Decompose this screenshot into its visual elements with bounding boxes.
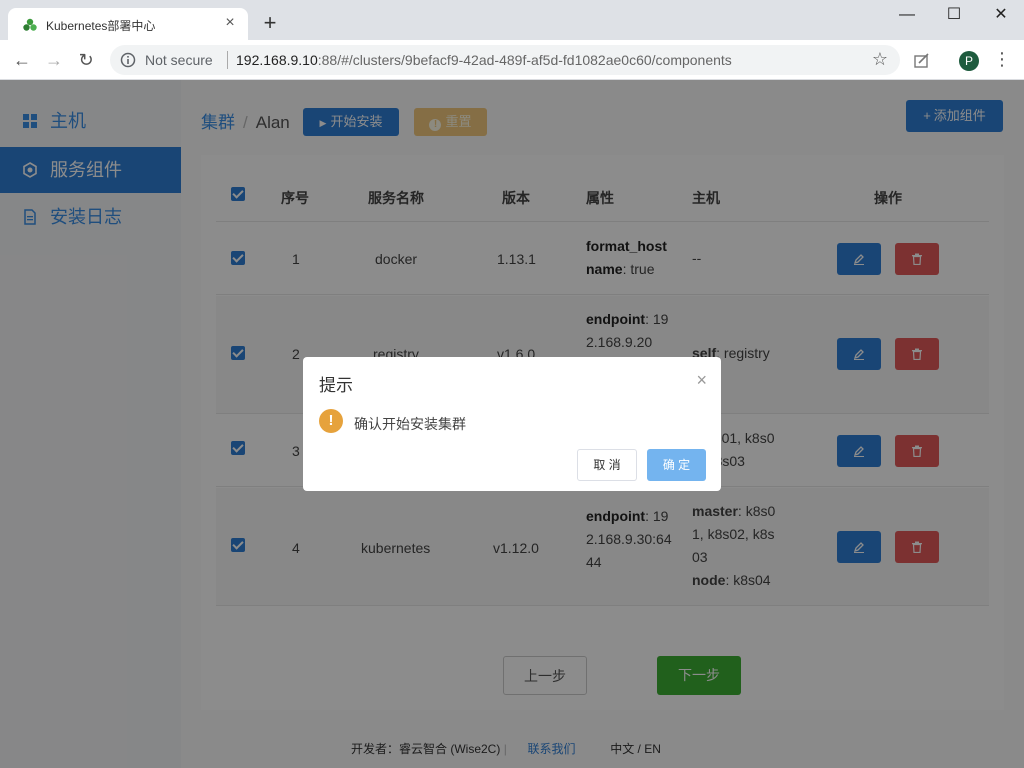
reload-icon[interactable]: ↻ (74, 48, 98, 72)
forward-arrow-icon[interactable]: → (42, 48, 66, 72)
dialog-message: 确认开始安装集群 (354, 416, 466, 432)
browser-tab[interactable]: Kubernetes部署中心 × (8, 8, 248, 40)
security-label: Not secure (145, 52, 213, 68)
url-host: 192.168.9.10 (236, 52, 318, 68)
minimize-button[interactable]: — (884, 0, 930, 30)
info-icon[interactable] (120, 52, 136, 68)
tab-title: Kubernetes部署中心 (46, 19, 156, 33)
kubernetes-favicon-icon (23, 18, 37, 31)
url-path: :88/#/clusters/9befacf9-42ad-489f-af5d-f… (317, 52, 732, 68)
close-window-button[interactable]: ✕ (978, 0, 1024, 30)
url-text[interactable]: 192.168.9.10:88/#/clusters/9befacf9-42ad… (236, 52, 732, 68)
address-divider (227, 51, 228, 69)
dialog-title: 提示 (319, 376, 353, 395)
confirm-dialog: 提示 × ! 确认开始安装集群 取 消 确 定 (303, 357, 721, 491)
extension-icon[interactable] (912, 50, 932, 70)
cancel-button[interactable]: 取 消 (577, 449, 637, 481)
warning-icon: ! (319, 409, 343, 433)
new-tab-button[interactable]: + (258, 12, 282, 36)
tab-close-icon[interactable]: × (220, 13, 240, 33)
bookmark-star-icon[interactable]: ☆ (872, 49, 888, 70)
address-bar[interactable]: Not secure 192.168.9.10:88/#/clusters/9b… (110, 45, 900, 75)
back-arrow-icon[interactable]: ← (10, 48, 34, 72)
browser-menu-icon[interactable]: ⋮ (992, 50, 1012, 70)
maximize-button[interactable]: ☐ (931, 0, 977, 30)
profile-avatar[interactable]: P (959, 51, 979, 71)
browser-toolbar: ← → ↻ Not secure 192.168.9.10:88/#/clust… (0, 40, 1024, 80)
confirm-button[interactable]: 确 定 (647, 449, 706, 481)
close-icon[interactable]: × (696, 371, 707, 389)
browser-tabstrip: Kubernetes部署中心 × + — ☐ ✕ (0, 0, 1024, 40)
